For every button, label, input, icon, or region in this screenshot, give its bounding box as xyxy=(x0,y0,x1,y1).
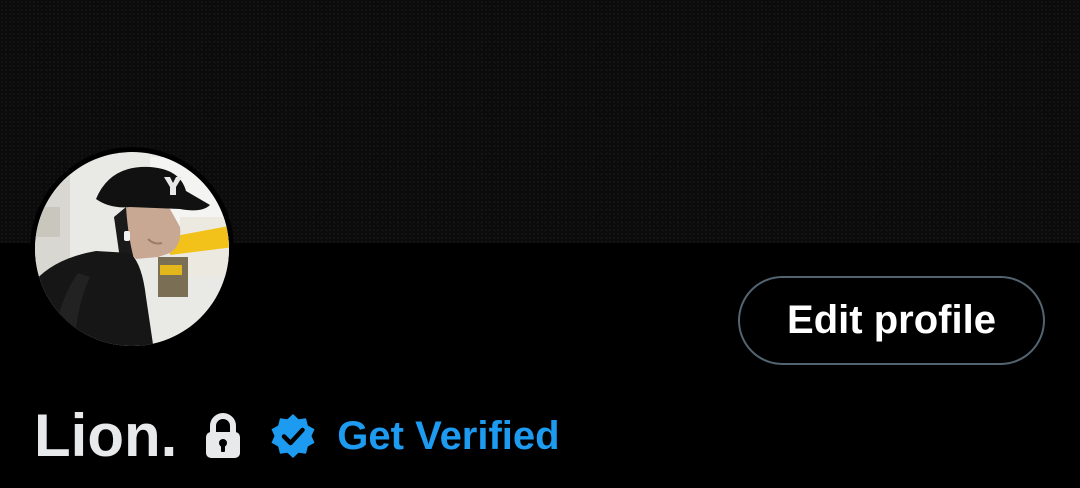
edit-profile-button[interactable]: Edit profile xyxy=(738,276,1045,365)
get-verified-link[interactable]: Get Verified xyxy=(269,412,560,460)
profile-name-row: Lion. Get Verified xyxy=(34,400,560,472)
profile-avatar[interactable] xyxy=(30,147,234,351)
get-verified-label: Get Verified xyxy=(337,413,560,458)
lock-icon xyxy=(203,413,243,459)
display-name: Lion. xyxy=(34,402,178,469)
avatar-image xyxy=(32,149,232,349)
verified-badge-icon xyxy=(269,412,317,460)
